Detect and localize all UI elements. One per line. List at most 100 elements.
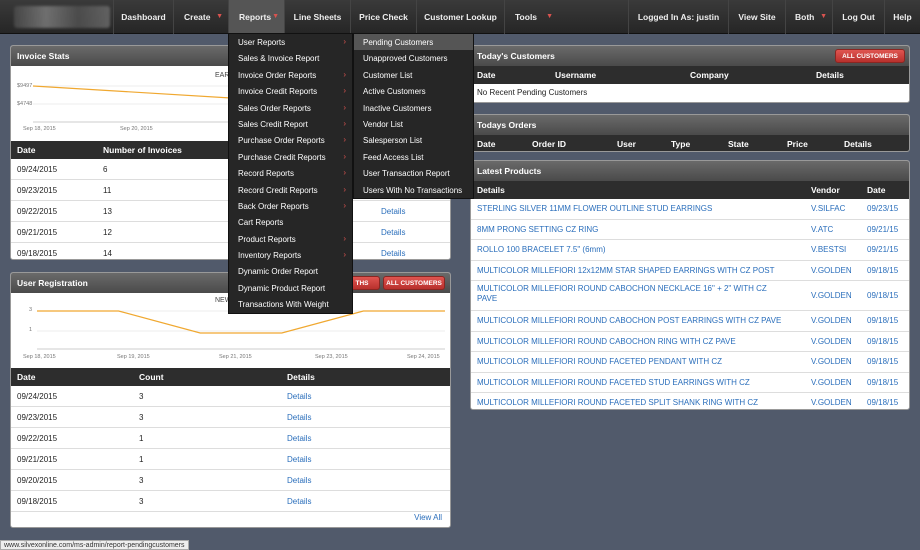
date-link[interactable]: 09/18/15 [867, 316, 898, 325]
date-link[interactable]: 09/21/15 [867, 225, 898, 234]
nav-create[interactable]: Create ▼ [173, 0, 228, 34]
col-date: Date [17, 145, 36, 155]
user-reports-menu-item[interactable]: Users With No Transactions [354, 182, 473, 198]
date-link[interactable]: 09/23/15 [867, 204, 898, 213]
vendor-link[interactable]: V.GOLDEN [811, 291, 852, 300]
date-link[interactable]: 09/18/15 [867, 378, 898, 387]
details-link[interactable]: Details [287, 455, 311, 464]
reports-menu-item[interactable]: Cart Reports [229, 214, 352, 230]
vendor-link[interactable]: V.SILFAC [811, 204, 845, 213]
vendor-link[interactable]: V.GOLDEN [811, 398, 852, 407]
view-all-link[interactable]: View All [414, 513, 442, 522]
details-link[interactable]: Details [381, 249, 405, 258]
details-link[interactable]: Details [381, 207, 405, 216]
reports-menu-item[interactable]: Invoice Order Reports › [229, 67, 352, 83]
date-link[interactable]: 09/18/15 [867, 398, 898, 407]
user-reports-menu-item[interactable]: Pending Customers [354, 34, 473, 51]
reports-menu-item[interactable]: Back Order Reports › [229, 198, 352, 214]
nav-help[interactable]: Help [884, 0, 920, 34]
top-nav-bar: Dashboard Create ▼ Reports ▼ Line Sheets P… [0, 0, 920, 34]
reports-menu-item[interactable]: Invoice Credit Reports › [229, 83, 352, 99]
chevron-down-icon: ▼ [216, 13, 223, 20]
user-reports-menu-item[interactable]: Active Customers [354, 83, 473, 99]
reports-menu-item[interactable]: Sales Order Reports › [229, 100, 352, 116]
vendor-link[interactable]: V.BESTSI [811, 245, 846, 254]
nav-tools-label: Tools [515, 12, 538, 22]
nav-tools[interactable]: Tools ▼ [504, 0, 558, 34]
reports-menu-item[interactable]: Product Reports › [229, 231, 352, 247]
all-customers-button[interactable]: ALL CUSTOMERS [835, 49, 905, 63]
table-row: ROLLO 100 BRACELET 7.5" (6mm) V.BESTSI 09/… [471, 240, 909, 261]
date-link[interactable]: 09/18/15 [867, 357, 898, 366]
product-link[interactable]: 8MM PRONG SETTING CZ RING [477, 225, 598, 234]
row-date: 09/21/2015 [17, 455, 58, 464]
reports-menu-item[interactable]: Transactions With Weight [229, 296, 352, 312]
details-link[interactable]: Details [287, 476, 311, 485]
reports-menu-item[interactable]: Sales & Invoice Report [229, 50, 352, 66]
vendor-link[interactable]: V.GOLDEN [811, 316, 852, 325]
reports-menu-item[interactable]: Dynamic Order Report [229, 263, 352, 279]
nav-line-sheets[interactable]: Line Sheets [284, 0, 350, 34]
chevron-right-icon: › [343, 69, 346, 79]
nav-create-label: Create [184, 12, 211, 22]
details-link[interactable]: Details [287, 497, 311, 506]
date-link[interactable]: 09/18/15 [867, 266, 898, 275]
nav-log-out[interactable]: Log Out [832, 0, 884, 34]
nav-reports[interactable]: Reports ▼ [228, 0, 284, 34]
x-tick-label: Sep 21, 2015 [219, 354, 252, 360]
latest-products-panel: Latest Products Details Vendor Date STER… [470, 160, 910, 410]
product-link[interactable]: MULTICOLOR MILLEFIORI ROUND FACETED STUD… [477, 378, 750, 387]
col-vendor: Vendor [811, 185, 840, 195]
product-link[interactable]: MULTICOLOR MILLEFIORI 12x12MM STAR SHAPE… [477, 266, 775, 275]
chevron-right-icon: › [343, 250, 346, 260]
todays-orders-panel: Todays Orders Date Order ID User Type St… [470, 114, 910, 152]
reports-menu-item[interactable]: Record Reports › [229, 165, 352, 181]
vendor-link[interactable]: V.GOLDEN [811, 266, 852, 275]
details-link[interactable]: Details [287, 392, 311, 401]
details-link[interactable]: Details [381, 228, 405, 237]
nav-price-check[interactable]: Price Check [350, 0, 416, 34]
product-link[interactable]: MULTICOLOR MILLEFIORI ROUND FACETED SPLI… [477, 398, 758, 407]
reports-menu-item[interactable]: Purchase Credit Reports › [229, 149, 352, 165]
vendor-link[interactable]: V.GOLDEN [811, 337, 852, 346]
details-link[interactable]: Details [287, 434, 311, 443]
user-reports-menu-item[interactable]: Vendor List [354, 116, 473, 132]
vendor-link[interactable]: V.GOLDEN [811, 378, 852, 387]
row-count: 3 [139, 497, 144, 506]
col-date: Date [867, 185, 886, 195]
product-link[interactable]: MULTICOLOR MILLEFIORI ROUND CABOCHON RIN… [477, 337, 736, 346]
reports-menu-item[interactable]: Purchase Order Reports › [229, 132, 352, 148]
date-link[interactable]: 09/18/15 [867, 291, 898, 300]
product-link[interactable]: ROLLO 100 BRACELET 7.5" (6mm) [477, 245, 606, 254]
nav-customer-lookup[interactable]: Customer Lookup [416, 0, 504, 34]
all-customers-button[interactable]: ALL CUSTOMERS [383, 276, 445, 290]
logo[interactable] [14, 6, 110, 28]
details-link[interactable]: Details [287, 413, 311, 422]
registration-series-line [37, 310, 445, 334]
reports-menu-item[interactable]: Inventory Reports › [229, 247, 352, 263]
user-reports-menu-item[interactable]: Feed Access List [354, 149, 473, 165]
reports-menu-item[interactable]: Sales Credit Report › [229, 116, 352, 132]
row-count: 13 [103, 207, 112, 216]
nav-view-site[interactable]: View Site [728, 0, 785, 34]
reports-menu-item[interactable]: Record Credit Reports › [229, 182, 352, 198]
user-reports-menu-item[interactable]: Salesperson List [354, 132, 473, 148]
user-reports-menu-item[interactable]: Unapproved Customers [354, 50, 473, 66]
reports-menu-item[interactable]: User Reports › [229, 34, 352, 50]
product-link[interactable]: MULTICOLOR MILLEFIORI ROUND FACETED PEND… [477, 357, 722, 366]
vendor-link[interactable]: V.ATC [811, 225, 833, 234]
product-link[interactable]: MULTICOLOR MILLEFIORI ROUND CABOCHON POS… [477, 316, 781, 325]
user-reports-menu-item[interactable]: User Transaction Report [354, 165, 473, 181]
date-link[interactable]: 09/18/15 [867, 337, 898, 346]
chevron-right-icon: › [343, 37, 346, 46]
date-link[interactable]: 09/21/15 [867, 245, 898, 254]
nav-both[interactable]: Both ▼ [785, 0, 832, 34]
user-reports-menu-item[interactable]: Customer List [354, 67, 473, 83]
product-link[interactable]: STERLING SILVER 11MM FLOWER OUTLINE STUD… [477, 204, 712, 213]
product-link[interactable]: MULTICOLOR MILLEFIORI ROUND CABOCHON NEC… [477, 284, 777, 304]
nav-dashboard[interactable]: Dashboard [113, 0, 173, 34]
reports-menu-item[interactable]: Dynamic Product Report [229, 280, 352, 296]
vendor-link[interactable]: V.GOLDEN [811, 357, 852, 366]
table-row: 09/20/2015 3 Details [11, 470, 450, 491]
user-reports-menu-item[interactable]: Inactive Customers [354, 100, 473, 116]
